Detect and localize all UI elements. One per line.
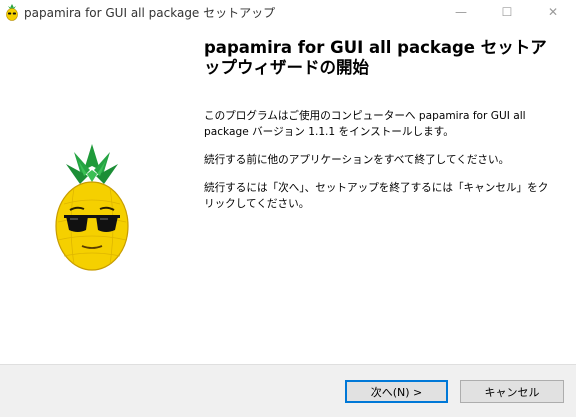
next-button[interactable]: 次へ(N) > [345,380,448,403]
pineapple-icon [6,4,18,21]
minimize-icon: — [455,5,467,19]
close-apps-notice: 続行する前に他のアプリケーションをすべて終了してください。 [204,154,510,166]
maximize-button[interactable]: ☐ [484,0,530,24]
wizard-content: papamira for GUI all package セットアップウィザード… [204,38,564,212]
close-icon: ✕ [547,5,559,19]
wizard-banner [0,24,190,364]
minimize-button[interactable]: — [438,0,484,24]
install-description: このプログラムはご使用のコンピューターへ papamira for GUI al… [204,110,526,138]
continue-instructions: 続行するには「次へ」、セットアップを終了するには「キャンセル」をクリックしてくだ… [204,182,549,210]
pineapple-mascot-icon [55,144,129,271]
window-title: papamira for GUI all package セットアップ [24,6,276,20]
maximize-icon: ☐ [501,5,513,19]
cancel-button[interactable]: キャンセル [460,380,564,403]
button-bar: 次へ(N) > キャンセル [0,364,576,417]
close-button[interactable]: ✕ [530,0,576,24]
leaves-icon [66,144,118,184]
wizard-heading: papamira for GUI all package セットアップウィザード… [204,38,547,77]
title-bar: papamira for GUI all package セットアップ — ☐ … [0,0,576,24]
